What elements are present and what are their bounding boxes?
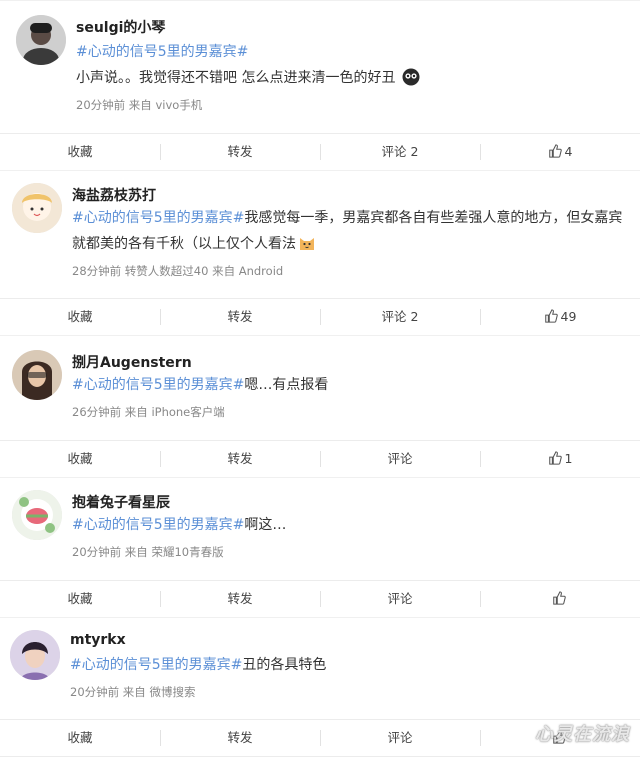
post-text: #心动的信号5里的男嘉宾#丑的各具特色 xyxy=(70,652,626,678)
comment-button[interactable]: 评论 xyxy=(320,581,480,617)
cat-face-emoji-icon xyxy=(298,234,316,252)
post-text: #心动的信号5里的男嘉宾#我感觉每一季，男嘉宾都各自有些差强人意的地方，但女嘉宾… xyxy=(72,205,628,257)
comment-button[interactable]: 评论 xyxy=(320,441,480,477)
topic-link[interactable]: #心动的信号5里的男嘉宾# xyxy=(76,44,248,60)
post-text: #心动的信号5里的男嘉宾# 小声说。。我觉得还不错吧 怎么点进来清一色的好丑 xyxy=(76,39,616,91)
post-2: 海盐荔枝苏打 #心动的信号5里的男嘉宾#我感觉每一季，男嘉宾都各自有些差强人意的… xyxy=(0,170,640,299)
post-meta: 28分钟前 转赞人数超过40 来自 Android xyxy=(72,264,284,278)
avatar[interactable] xyxy=(10,630,60,680)
post-meta: 20分钟前 来自 vivo手机 xyxy=(76,98,203,112)
like-count: 4 xyxy=(564,144,573,159)
favorite-button[interactable]: 收藏 xyxy=(0,581,160,617)
favorite-button[interactable]: 收藏 xyxy=(0,299,160,335)
repost-button[interactable]: 转发 xyxy=(160,441,320,477)
topic-link[interactable]: #心动的信号5里的男嘉宾# xyxy=(72,377,244,393)
repost-button[interactable]: 转发 xyxy=(160,134,320,170)
post-meta: 26分钟前 来自 iPhone客户端 xyxy=(72,405,225,419)
action-bar-3: 收藏 转发 评论 1 xyxy=(0,440,640,478)
repost-button[interactable]: 转发 xyxy=(160,299,320,335)
watermark: 心灵在流浪 xyxy=(535,724,630,745)
post-meta: 20分钟前 来自 荣耀10青春版 xyxy=(72,545,224,559)
avatar[interactable] xyxy=(12,490,62,540)
like-button[interactable]: 4 xyxy=(480,134,640,170)
avatar[interactable] xyxy=(12,183,62,233)
topic-link[interactable]: #心动的信号5里的男嘉宾# xyxy=(72,517,244,533)
topic-link[interactable]: #心动的信号5里的男嘉宾# xyxy=(70,657,242,673)
thumbs-up-icon xyxy=(544,309,558,323)
post-meta: 20分钟前 来自 微博搜索 xyxy=(70,685,196,699)
thumbs-up-icon xyxy=(552,591,566,605)
like-button[interactable]: 1 xyxy=(480,441,640,477)
action-bar-4: 收藏 转发 评论 xyxy=(0,580,640,618)
action-bar-2: 收藏 转发 评论 2 49 xyxy=(0,298,640,336)
like-count: 1 xyxy=(564,451,573,466)
post-body: 嗯…有点报看 xyxy=(244,377,329,393)
dark-face-emoji-icon xyxy=(402,68,420,86)
post-5: mtyrkx #心动的信号5里的男嘉宾#丑的各具特色 20分钟前 来自 微博搜索 xyxy=(0,617,640,720)
username[interactable]: 捌月Augenstern xyxy=(72,352,192,372)
avatar[interactable] xyxy=(16,15,66,65)
favorite-button[interactable]: 收藏 xyxy=(0,441,160,477)
username[interactable]: mtyrkx xyxy=(70,632,126,648)
repost-button[interactable]: 转发 xyxy=(160,581,320,617)
username[interactable]: seulgi的小琴 xyxy=(76,17,165,37)
like-count: 49 xyxy=(560,309,577,324)
username[interactable]: 海盐荔枝苏打 xyxy=(72,185,156,205)
post-4: 抱着兔子看星辰 #心动的信号5里的男嘉宾#啊这… 20分钟前 来自 荣耀10青春… xyxy=(0,477,640,580)
like-button[interactable]: 49 xyxy=(480,299,640,335)
post-1: seulgi的小琴 #心动的信号5里的男嘉宾# 小声说。。我觉得还不错吧 怎么点… xyxy=(0,0,640,133)
thumbs-up-icon xyxy=(548,144,562,158)
topic-link[interactable]: #心动的信号5里的男嘉宾# xyxy=(72,210,244,226)
username[interactable]: 抱着兔子看星辰 xyxy=(72,492,170,512)
post-text: #心动的信号5里的男嘉宾#嗯…有点报看 xyxy=(72,372,628,398)
post-body: 小声说。。我觉得还不错吧 怎么点进来清一色的好丑 xyxy=(76,70,396,86)
post-text: #心动的信号5里的男嘉宾#啊这… xyxy=(72,512,628,538)
favorite-button[interactable]: 收藏 xyxy=(0,720,160,756)
comment-button[interactable]: 评论 xyxy=(320,720,480,756)
comment-button[interactable]: 评论 2 xyxy=(320,299,480,335)
thumbs-up-icon xyxy=(548,451,562,465)
avatar[interactable] xyxy=(12,350,62,400)
post-body: 丑的各具特色 xyxy=(242,657,327,673)
post-body: 啊这… xyxy=(244,517,287,533)
like-button[interactable] xyxy=(480,581,640,617)
favorite-button[interactable]: 收藏 xyxy=(0,134,160,170)
post-3: 捌月Augenstern #心动的信号5里的男嘉宾#嗯…有点报看 26分钟前 来… xyxy=(0,335,640,440)
action-bar-1: 收藏 转发 评论 2 4 xyxy=(0,133,640,171)
repost-button[interactable]: 转发 xyxy=(160,720,320,756)
comment-button[interactable]: 评论 2 xyxy=(320,134,480,170)
